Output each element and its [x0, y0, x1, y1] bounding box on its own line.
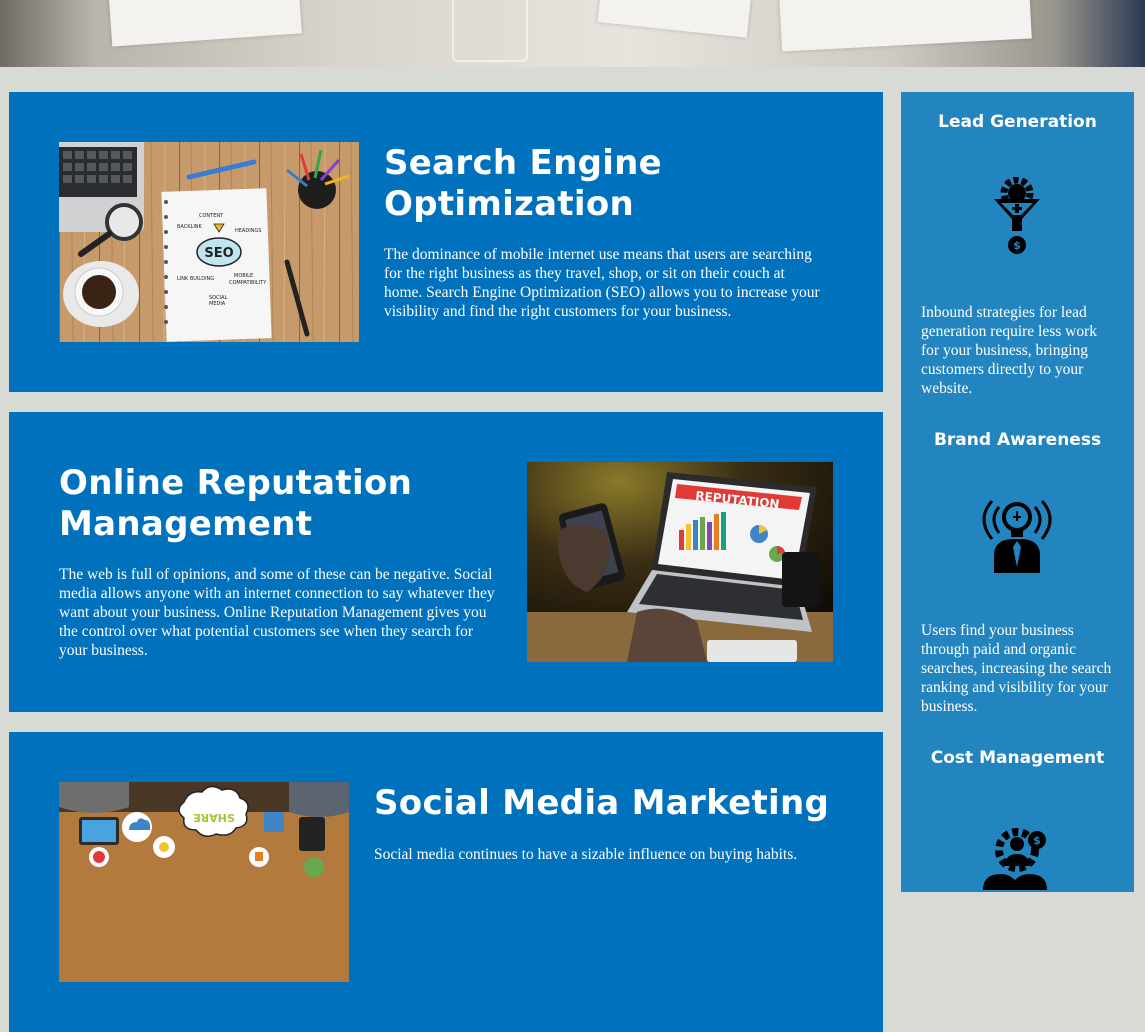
hero-paper	[778, 0, 1032, 52]
benefit-title: Cost Management	[930, 748, 1105, 768]
service-description: Social media continues to have a sizable…	[374, 846, 798, 863]
benefit-description: Users find your business through paid an…	[921, 622, 1112, 715]
svg-text:MEDIA: MEDIA	[209, 301, 226, 307]
funnel-gear-dollar-icon: $	[977, 176, 1057, 257]
benefits-sidebar: Lead Generation $ Inbound strategies for…	[901, 92, 1134, 892]
service-title: Search Engine Optimization	[384, 143, 663, 224]
service-card-reputation: Online Reputation Management The web is …	[9, 412, 883, 712]
service-description: The dominance of mobile internet use mea…	[384, 246, 820, 320]
svg-text:SHARE: SHARE	[193, 811, 235, 824]
svg-text:$: $	[1013, 239, 1021, 252]
seo-illustration: SEO CONTENT BACKLINK HEADINGS LINK BUILD…	[59, 142, 359, 342]
service-title: Online Reputation Management	[59, 463, 413, 544]
hero-paper	[597, 0, 753, 38]
hero-banner-image	[0, 0, 1145, 67]
benefit-description: Inbound strategies for lead generation r…	[921, 304, 1098, 397]
svg-text:CONTENT: CONTENT	[199, 213, 224, 219]
reputation-image: REPUTATION	[527, 462, 833, 662]
hero-paper	[108, 0, 302, 47]
svg-text:$: $	[1033, 834, 1041, 847]
social-image: SHARE	[59, 782, 349, 982]
lightbulb-person-icon	[977, 495, 1057, 575]
reputation-illustration: REPUTATION	[527, 462, 833, 662]
benefit-title: Lead Generation	[938, 112, 1097, 132]
service-title: Social Media Marketing	[374, 783, 830, 823]
svg-text:SEO: SEO	[204, 246, 233, 261]
svg-text:COMPATIBILITY: COMPATIBILITY	[229, 280, 267, 286]
service-card-social: SHARE Social Media Marketing Social medi…	[9, 732, 883, 1032]
service-description: The web is full of opinions, and some of…	[59, 566, 495, 659]
hero-glass	[452, 0, 528, 62]
social-illustration: SHARE	[59, 782, 349, 982]
svg-text:MOBILE: MOBILE	[234, 273, 253, 279]
svg-text:LINK BUILDING: LINK BUILDING	[177, 276, 214, 282]
seo-image: SEO CONTENT BACKLINK HEADINGS LINK BUILD…	[59, 142, 359, 342]
svg-text:BACKLINK: BACKLINK	[177, 224, 203, 230]
svg-text:HEADINGS: HEADINGS	[235, 228, 261, 234]
benefit-title: Brand Awareness	[933, 430, 1102, 450]
service-card-seo: SEO CONTENT BACKLINK HEADINGS LINK BUILD…	[9, 92, 883, 392]
gear-person-dollar-icon: $	[977, 812, 1057, 892]
